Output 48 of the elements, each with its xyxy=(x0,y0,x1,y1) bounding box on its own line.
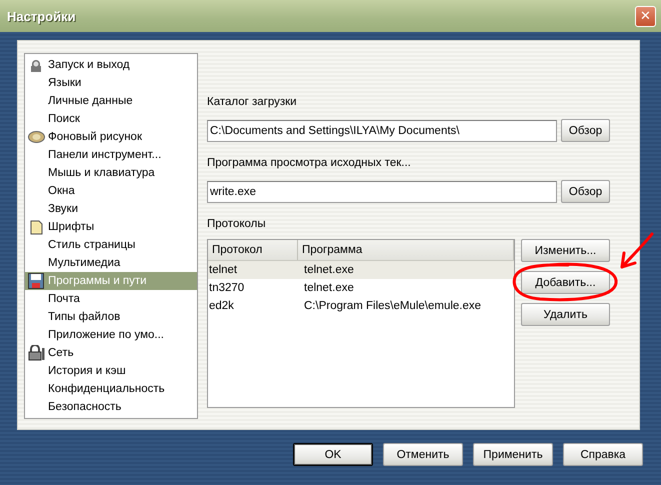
protocol-button[interactable]: Добавить... xyxy=(521,271,610,294)
category-item[interactable]: Безопасность xyxy=(25,398,197,416)
person-icon xyxy=(29,58,43,72)
picture-frame-icon xyxy=(28,131,44,143)
table-cell-text: ed2k xyxy=(208,299,235,314)
dialog-button[interactable]: Применить xyxy=(473,443,553,466)
hand-drawn-arrow xyxy=(620,232,654,268)
category-item[interactable]: Запуск и выход xyxy=(25,56,197,74)
category-item[interactable]: Фоновый рисунок xyxy=(25,128,197,146)
padlock-icon xyxy=(28,345,44,361)
category-item[interactable]: Поиск xyxy=(25,110,197,128)
category-item[interactable]: Конфиденциальность xyxy=(25,380,197,398)
path-field[interactable]: write.exe xyxy=(207,180,557,202)
category-item[interactable]: Мышь и клавиатура xyxy=(25,164,197,182)
table-cell-text: C:\Program Files\eMule\emule.exe xyxy=(303,299,482,314)
table-row[interactable]: telnet telnet.exe xyxy=(208,261,514,279)
category-item[interactable]: Сеть xyxy=(25,344,197,362)
category-item[interactable]: Приложение по умо... xyxy=(25,326,197,344)
category-item[interactable]: Стиль страницы xyxy=(25,236,197,254)
path-field[interactable]: C:\Documents and Settings\ILYA\My Documents\ xyxy=(207,120,557,142)
table-cell-text: telnet.exe xyxy=(303,281,355,296)
table-cell-text: telnet.exe xyxy=(303,263,355,278)
protocol-button[interactable]: Изменить... xyxy=(521,239,610,262)
document-icon xyxy=(30,220,42,234)
browse-button[interactable]: Обзор xyxy=(561,119,610,142)
table-cell-text: telnet xyxy=(208,263,238,278)
category-item[interactable]: Звуки xyxy=(25,200,197,218)
column-header[interactable]: Программа xyxy=(298,240,514,260)
field-label: Программа просмотра исходных тек... xyxy=(207,157,411,169)
category-item[interactable]: Окна xyxy=(25,182,197,200)
table-cell-text: tn3270 xyxy=(208,281,246,296)
category-item[interactable]: Почта xyxy=(25,290,197,308)
dialog-button[interactable]: Отменить xyxy=(383,443,463,466)
category-item[interactable]: Языки xyxy=(25,74,197,92)
category-item[interactable]: Личные данные xyxy=(25,92,197,110)
protocol-button[interactable]: Удалить xyxy=(521,303,610,326)
section-label: Протоколы xyxy=(207,218,266,230)
category-item[interactable]: Панели инструмент... xyxy=(25,146,197,164)
window-title: Настройки xyxy=(7,8,76,24)
category-item[interactable]: Шрифты xyxy=(25,218,197,236)
category-item[interactable]: Мультимедиа xyxy=(25,254,197,272)
field-label: Каталог загрузки xyxy=(207,96,297,108)
category-item[interactable]: История и кэш xyxy=(25,362,197,380)
category-item[interactable]: Типы файлов xyxy=(25,308,197,326)
column-header[interactable]: Протокол xyxy=(208,240,298,260)
dialog-button[interactable]: OK xyxy=(293,443,373,466)
browse-button[interactable]: Обзор xyxy=(561,180,610,203)
dialog-button[interactable]: Справка xyxy=(563,443,643,466)
